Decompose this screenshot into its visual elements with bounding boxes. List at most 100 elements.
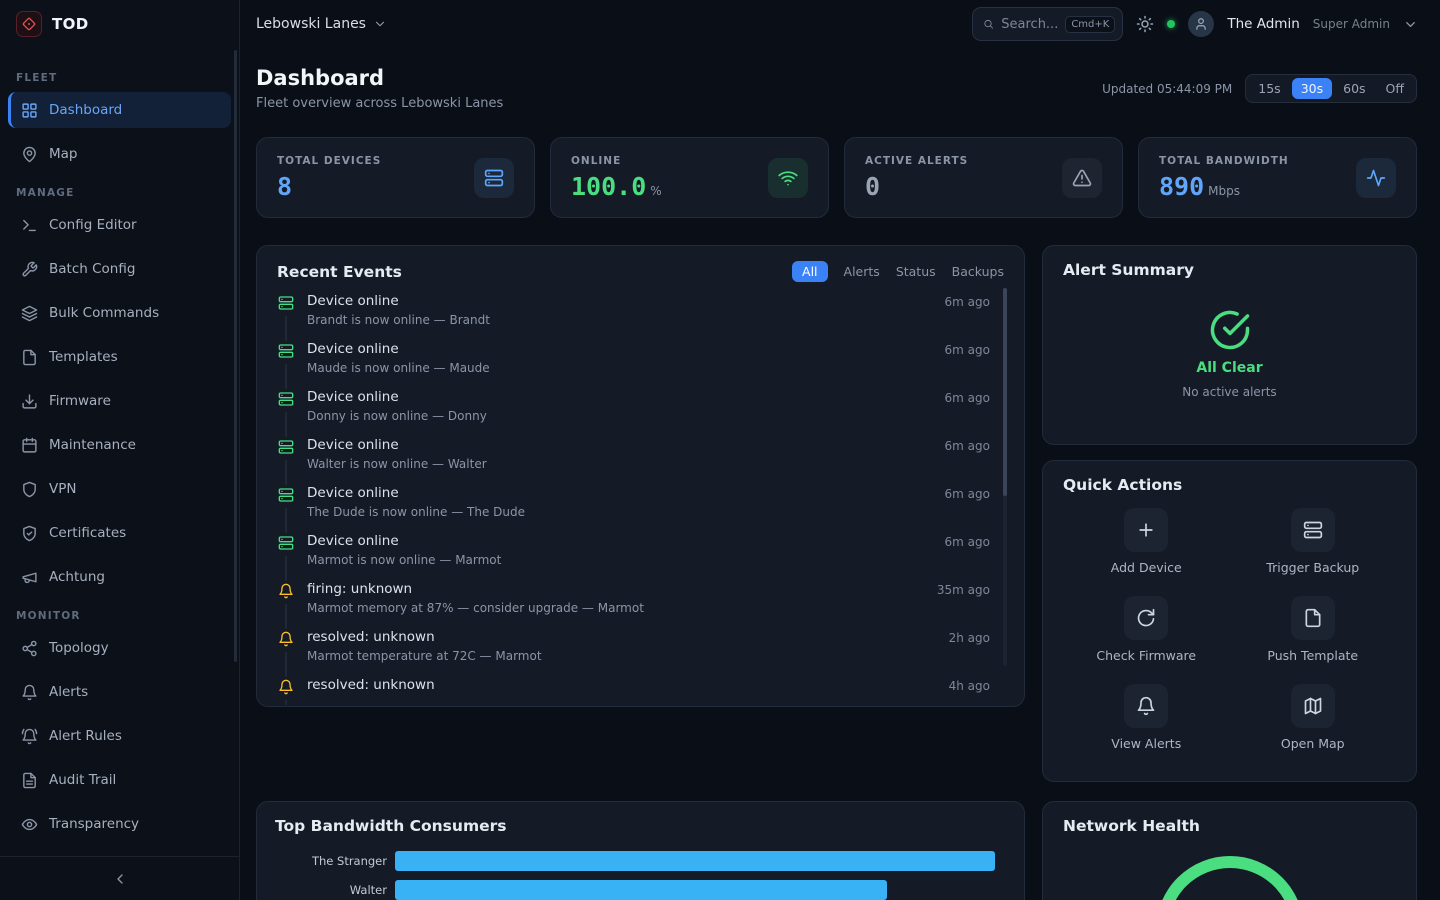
event-title: Device online bbox=[307, 485, 933, 501]
sidebar-item-batch-config[interactable]: Batch Config bbox=[8, 251, 231, 287]
refresh-interval-60s[interactable]: 60s bbox=[1334, 78, 1374, 99]
sidebar-item-label: Achtung bbox=[49, 569, 105, 585]
topbar-right: Search... Cmd+K The Admin Super Admin bbox=[972, 7, 1418, 41]
search-shortcut-badge: Cmd+K bbox=[1065, 16, 1115, 33]
sidebar-item-label: Dashboard bbox=[49, 102, 122, 118]
file-text-icon bbox=[21, 772, 38, 789]
chevron-down-icon bbox=[373, 17, 387, 31]
search-icon bbox=[983, 17, 994, 31]
stat-value: 8 bbox=[277, 172, 292, 201]
server-icon bbox=[278, 439, 294, 455]
sidebar-item-label: Alert Rules bbox=[49, 728, 122, 744]
sidebar-item-label: Batch Config bbox=[49, 261, 135, 277]
event-detail: Marmot memory at 87% — consider upgrade … bbox=[307, 601, 925, 615]
sidebar-scrollbar[interactable] bbox=[234, 50, 237, 662]
sidebar-item-label: Certificates bbox=[49, 525, 126, 541]
bell-icon bbox=[278, 583, 294, 599]
user-menu-chevron-icon[interactable] bbox=[1403, 17, 1418, 32]
event-row[interactable]: Device online Walter is now online — Wal… bbox=[277, 437, 990, 485]
event-row[interactable]: Device online The Dude is now online — T… bbox=[277, 485, 990, 533]
events-tab-status[interactable]: Status bbox=[896, 261, 936, 282]
sidebar-item-dashboard[interactable]: Dashboard bbox=[8, 92, 231, 128]
sidebar-item-vpn[interactable]: VPN bbox=[8, 471, 231, 507]
action-iconbox bbox=[1291, 684, 1335, 728]
sidebar-nav: FLEET Dashboard Map MANAGE bbox=[0, 48, 239, 856]
sidebar-item-certificates[interactable]: Certificates bbox=[8, 515, 231, 551]
events-tab-backups[interactable]: Backups bbox=[952, 261, 1004, 282]
event-row[interactable]: Device online Brandt is now online — Bra… bbox=[277, 293, 990, 341]
refresh-interval-30s[interactable]: 30s bbox=[1292, 78, 1332, 99]
sidebar-item-achtung[interactable]: Achtung bbox=[8, 559, 231, 595]
user-icon bbox=[1194, 17, 1208, 31]
refresh-interval-15s[interactable]: 15s bbox=[1249, 78, 1289, 99]
sidebar-item-config-editor[interactable]: Config Editor bbox=[8, 207, 231, 243]
action-view-alerts[interactable]: View Alerts bbox=[1063, 684, 1230, 751]
action-iconbox bbox=[1291, 596, 1335, 640]
action-label: Push Template bbox=[1267, 648, 1358, 663]
events-tab-all[interactable]: All bbox=[792, 261, 828, 282]
stat-iconbox bbox=[1062, 158, 1102, 198]
nav-section-fleet: FLEET Dashboard Map bbox=[0, 72, 239, 172]
sidebar-item-firmware[interactable]: Firmware bbox=[8, 383, 231, 419]
events-scrollbar[interactable] bbox=[1003, 288, 1007, 666]
event-time: 6m ago bbox=[945, 437, 990, 485]
event-row[interactable]: Device online Donny is now online — Donn… bbox=[277, 389, 990, 437]
sidebar-item-map[interactable]: Map bbox=[8, 136, 231, 172]
event-detail: Marmot is now online — Marmot bbox=[307, 553, 933, 567]
events-tab-alerts[interactable]: Alerts bbox=[844, 261, 880, 282]
events-scrollbar-thumb[interactable] bbox=[1003, 288, 1007, 496]
alert-status: All Clear bbox=[1196, 360, 1262, 376]
event-row[interactable]: resolved: unknown Marmot temperature at … bbox=[277, 629, 990, 677]
action-iconbox bbox=[1291, 508, 1335, 552]
sidebar-item-templates[interactable]: Templates bbox=[8, 339, 231, 375]
server-icon bbox=[1303, 520, 1323, 540]
stat-label: ONLINE bbox=[571, 155, 662, 167]
action-trigger-backup[interactable]: Trigger Backup bbox=[1230, 508, 1397, 575]
event-row[interactable]: Device online Marmot is now online — Mar… bbox=[277, 533, 990, 581]
bell-icon bbox=[1136, 696, 1156, 716]
sidebar-item-transparency[interactable]: Transparency bbox=[8, 806, 231, 842]
nav-section-monitor: MONITOR Topology Alerts Alert bbox=[0, 610, 239, 842]
org-switcher[interactable]: Lebowski Lanes bbox=[256, 16, 387, 32]
stat-unit: % bbox=[650, 184, 661, 198]
bandwidth-row: Walter bbox=[257, 880, 1024, 900]
sidebar-item-label: Templates bbox=[49, 349, 118, 365]
theme-toggle-sun-icon[interactable] bbox=[1136, 15, 1154, 33]
event-title: firing: unknown bbox=[307, 581, 925, 597]
sidebar-item-label: Maintenance bbox=[49, 437, 136, 453]
sidebar-item-maintenance[interactable]: Maintenance bbox=[8, 427, 231, 463]
event-row[interactable]: Device online Maude is now online — Maud… bbox=[277, 341, 990, 389]
action-push-template[interactable]: Push Template bbox=[1230, 596, 1397, 663]
stat-card-total-devices: TOTAL DEVICES 8 bbox=[256, 137, 535, 218]
calendar-icon bbox=[21, 437, 38, 454]
action-check-firmware[interactable]: Check Firmware bbox=[1063, 596, 1230, 663]
search-input[interactable]: Search... Cmd+K bbox=[972, 7, 1123, 41]
action-add-device[interactable]: Add Device bbox=[1063, 508, 1230, 575]
alert-triangle-icon bbox=[1072, 168, 1092, 188]
action-iconbox bbox=[1124, 508, 1168, 552]
sidebar-collapse-button[interactable] bbox=[106, 865, 134, 893]
sidebar-item-bulk-commands[interactable]: Bulk Commands bbox=[8, 295, 231, 331]
timeline-connector bbox=[285, 508, 287, 533]
avatar[interactable] bbox=[1188, 11, 1214, 37]
event-row[interactable]: firing: unknown Marmot memory at 87% — c… bbox=[277, 581, 990, 629]
refresh-interval-off[interactable]: Off bbox=[1377, 78, 1413, 99]
connection-status-dot bbox=[1167, 20, 1175, 28]
sidebar-item-alerts[interactable]: Alerts bbox=[8, 674, 231, 710]
activity-icon bbox=[1366, 168, 1386, 188]
sidebar-item-audit-trail[interactable]: Audit Trail bbox=[8, 762, 231, 798]
event-row[interactable]: resolved: unknown 4h ago bbox=[277, 677, 990, 705]
event-title: Device online bbox=[307, 341, 933, 357]
action-open-map[interactable]: Open Map bbox=[1230, 684, 1397, 751]
stat-label: TOTAL BANDWIDTH bbox=[1159, 155, 1289, 167]
sidebar-item-alert-rules[interactable]: Alert Rules bbox=[8, 718, 231, 754]
updated-timestamp: Updated 05:44:09 PM bbox=[1102, 82, 1232, 96]
sidebar-item-topology[interactable]: Topology bbox=[8, 630, 231, 666]
sidebar: TOD FLEET Dashboard Map MANAGE bbox=[0, 0, 240, 900]
event-title: Device online bbox=[307, 389, 933, 405]
logo-icon bbox=[21, 16, 37, 32]
sidebar-footer bbox=[0, 856, 239, 900]
stat-iconbox bbox=[1356, 158, 1396, 198]
alert-subtext: No active alerts bbox=[1182, 385, 1276, 399]
event-time: 2h ago bbox=[949, 629, 990, 677]
